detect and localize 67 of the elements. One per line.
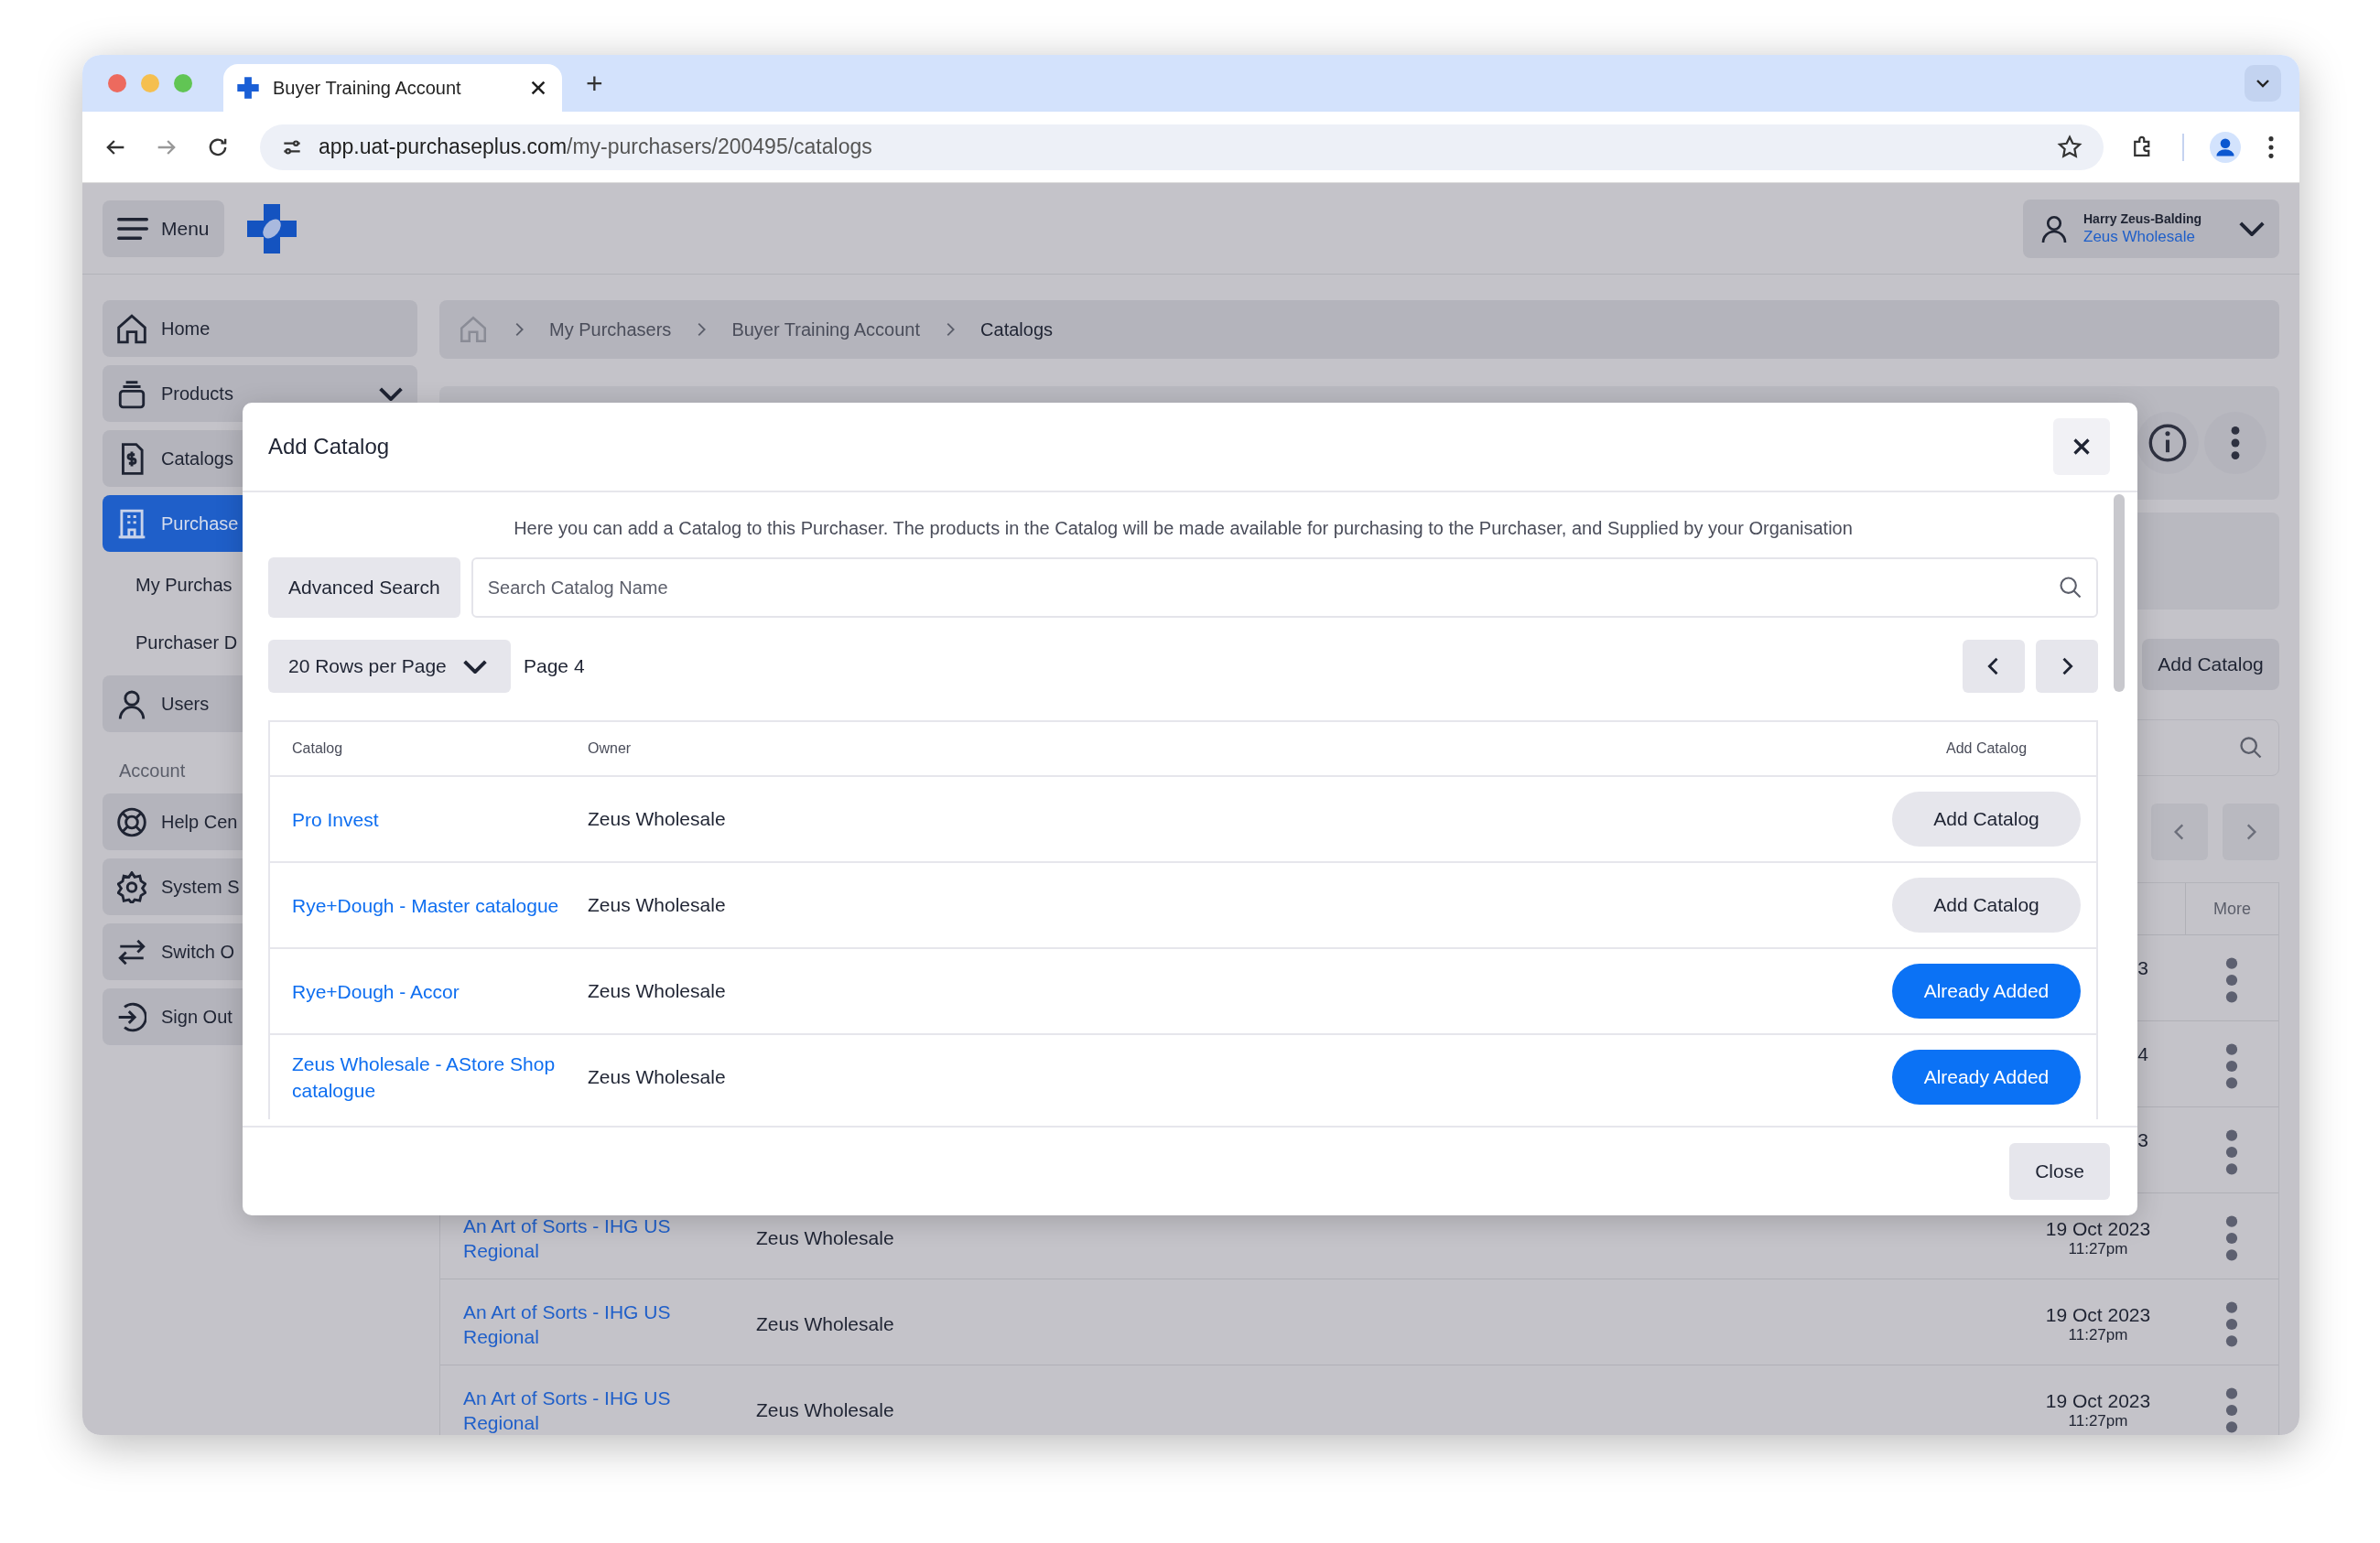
section-heading: Account (119, 761, 186, 782)
catalog-link[interactable]: Rye+Dough - Accor (292, 977, 567, 1005)
time-cell: 11:27pm (2068, 1239, 2128, 1258)
home-icon (117, 312, 146, 345)
column-header: Add Catalog (1944, 740, 2028, 757)
time-cell: 11:27pm (2068, 1325, 2128, 1344)
building-icon (117, 507, 146, 540)
browser-tab[interactable]: Buyer Training Account (223, 64, 562, 112)
date-cell: 19 Oct 2023 (2045, 1303, 2151, 1326)
chevron-down-icon (462, 659, 487, 674)
already-added-button[interactable]: Already Added (1892, 1050, 2081, 1105)
breadcrumb-link[interactable]: Buyer Training Account (731, 318, 921, 340)
lifebuoy-icon (117, 805, 146, 838)
close-window-button[interactable] (108, 74, 126, 92)
profile-icon[interactable] (2210, 131, 2241, 163)
time-cell: 11:27pm (2068, 1411, 2128, 1430)
owner-cell: Zeus Wholesale (756, 1398, 894, 1420)
owner-cell: Zeus Wholesale (756, 1226, 894, 1248)
breadcrumb-link[interactable]: Catalogs (980, 318, 1053, 340)
user-menu[interactable]: Harry Zeus-Balding Zeus Wholesale (2023, 199, 2279, 258)
date-cell: 3 (2137, 1129, 2148, 1151)
kebab-menu-icon[interactable] (2266, 134, 2276, 160)
date-cell: 4 (2137, 1043, 2148, 1065)
column-header: Catalog (292, 740, 344, 757)
search-icon (2058, 575, 2083, 600)
add-catalog-button[interactable]: Add Catalog (1892, 878, 2081, 933)
advanced-search-button[interactable]: Advanced Search (268, 557, 460, 618)
close-button[interactable]: Close (2009, 1143, 2110, 1200)
scrollbar[interactable] (2114, 494, 2125, 692)
search-field[interactable]: Search Catalog Name (471, 557, 2098, 618)
column-header: Owner (588, 740, 633, 757)
column-header: More (2185, 883, 2278, 934)
catalog-link[interactable]: Pro Invest (292, 805, 567, 833)
sign-out-icon (117, 1000, 146, 1033)
close-icon[interactable] (531, 81, 546, 95)
dialog-title: Add Catalog (268, 434, 390, 459)
date-cell: 19 Oct 2023 (2045, 1217, 2151, 1240)
date-cell: 3 (2137, 957, 2148, 979)
cross-logo-icon (236, 76, 260, 100)
catalog-link[interactable]: Zeus Wholesale - AStore Shop catalogue (292, 1051, 567, 1104)
add-catalog-button[interactable]: Add Catalog (2142, 639, 2279, 690)
rows-per-page-dropdown[interactable]: 20 Rows per Page (268, 640, 511, 693)
owner-cell-text: Zeus Wholesale (588, 1066, 727, 1088)
menu-button[interactable]: Menu (103, 200, 224, 257)
menu-icon (117, 217, 148, 240)
owner-cell-text: Zeus Wholesale (588, 808, 727, 830)
chevron-down-icon (2239, 221, 2265, 236)
gear-icon (117, 870, 146, 903)
dialog-description: Here you can add a Catalog to this Purchaser. The products in the Catalog will be made available for purchasing to the Purchaser, and Supplied by your Organisation (513, 518, 1854, 539)
catalog-link[interactable]: Rye+Dough - Master catalogue (292, 891, 567, 919)
close-button[interactable] (2053, 418, 2110, 475)
search-icon (2238, 735, 2264, 761)
add-catalog-button[interactable]: Add Catalog (1892, 792, 2081, 847)
breadcrumb-link[interactable]: My Purchasers (549, 318, 672, 340)
owner-cell-text: Zeus Wholesale (588, 894, 727, 916)
already-added-button[interactable]: Already Added (1892, 964, 2081, 1019)
chevron-down-icon (379, 386, 403, 401)
sidebar-item[interactable]: Home (103, 300, 417, 357)
page-indicator: Page 4 (524, 655, 585, 677)
date-cell: 19 Oct 2023 (2045, 1389, 2151, 1412)
new-tab-button[interactable]: + (586, 67, 603, 101)
chevron-down-icon[interactable] (2245, 65, 2281, 102)
owner-cell: Zeus Wholesale (756, 1312, 894, 1334)
owner-cell-text: Zeus Wholesale (588, 980, 727, 1002)
user-organisation: Zeus Wholesale (2083, 227, 2196, 246)
user-name: Harry Zeus-Balding (2083, 210, 2203, 226)
address-bar[interactable]: app.uat-purchaseplus.com/my-purchasers/200495/catalogs (260, 124, 2104, 170)
